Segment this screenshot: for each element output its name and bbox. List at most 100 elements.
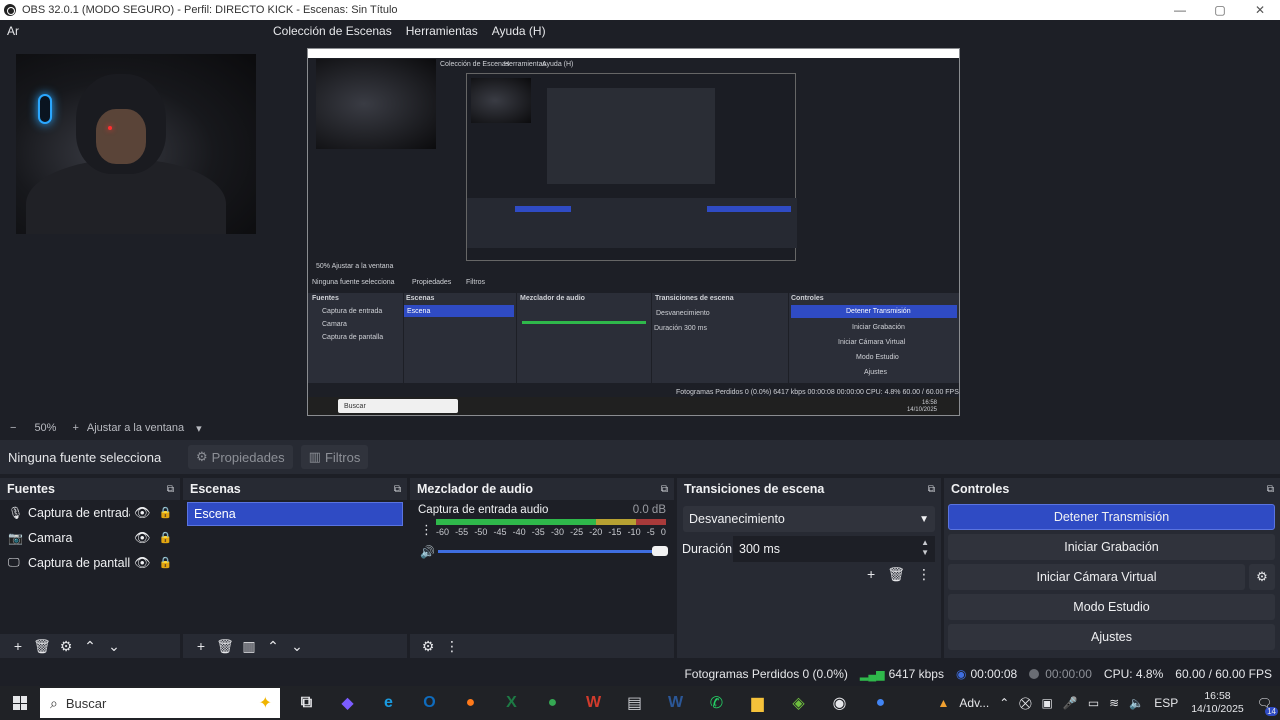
start-button[interactable] — [0, 686, 40, 720]
scene-item[interactable]: Escena — [187, 502, 403, 526]
language-indicator[interactable]: ESP — [1154, 696, 1178, 710]
move-up-button[interactable]: ⌃ — [261, 638, 285, 655]
source-item[interactable]: 🎙 Captura de entrada audio 👁 🔒 — [0, 500, 180, 525]
taskbar-app-whatsapp[interactable]: ✆ — [696, 686, 737, 720]
eye-icon[interactable]: 👁 — [134, 555, 151, 571]
lock-icon[interactable]: 🔒 — [159, 531, 173, 544]
taskbar-app-explorer[interactable]: ▆ — [737, 686, 778, 720]
warning-label[interactable]: Adv... — [959, 696, 989, 710]
source-item[interactable]: 🖵 Captura de pantalla 👁 🔒 — [0, 550, 180, 575]
taskbar-app-layers-app[interactable]: ◈ — [778, 686, 819, 720]
move-up-button[interactable]: ⌃ — [78, 638, 102, 655]
taskbar-search[interactable]: ⌕ Buscar ✦ — [40, 688, 280, 718]
chevron-down-icon[interactable]: ▾ — [196, 422, 202, 435]
taskbar-app-word[interactable]: W — [655, 686, 696, 720]
scene-filters-button[interactable]: ▥ — [237, 638, 261, 655]
taskbar-app-chrome-2[interactable]: ● — [860, 686, 901, 720]
start-virtual-cam-button[interactable]: Iniciar Cámara Virtual — [948, 564, 1245, 590]
transition-toolbar: + 🗑 ⋮ — [867, 566, 931, 583]
gear-icon[interactable]: ⚙ — [1249, 564, 1275, 590]
more-options-icon[interactable]: ⋮ — [420, 522, 433, 538]
transition-menu-icon[interactable]: ⋮ — [917, 566, 931, 583]
add-source-button[interactable]: + — [6, 638, 30, 654]
spinner-icon[interactable]: ▲ ▼ — [921, 538, 929, 558]
eye-icon[interactable]: 👁 — [134, 530, 151, 546]
taskbar-app-office[interactable]: W — [573, 686, 614, 720]
menu-help[interactable]: Ayuda (H) — [485, 24, 553, 38]
search-icon: ⌕ — [50, 694, 58, 711]
taskbar-app-task-view[interactable]: ⧉ — [286, 686, 327, 720]
nested-dock-controls: Controles — [791, 295, 824, 302]
start-recording-button[interactable]: Iniciar Grabación — [948, 534, 1275, 560]
lock-icon[interactable]: 🔒 — [159, 506, 173, 519]
maximize-button[interactable]: ▢ — [1200, 0, 1240, 20]
transitions-header: Transiciones de escena ⧉ — [677, 478, 941, 500]
taskbar-app-firefox[interactable]: ● — [450, 686, 491, 720]
minimize-button[interactable]: — — [1160, 0, 1200, 20]
filters-button[interactable]: ▥ Filtros — [300, 445, 369, 469]
network-icon[interactable]: ⛒ — [1019, 696, 1031, 711]
notifications-icon[interactable]: 🗨 14 — [1257, 696, 1278, 716]
menu-tools[interactable]: Herramientas — [399, 24, 485, 38]
source-settings-button[interactable]: ⚙ — [54, 638, 78, 655]
taskbar-app-edge[interactable]: e — [368, 686, 409, 720]
mixer-menu-icon[interactable]: ⋮ — [440, 638, 464, 655]
volume-slider[interactable] — [438, 546, 668, 556]
warning-icon[interactable]: ▲ — [938, 696, 950, 710]
menu-archivo[interactable]: Ar — [0, 24, 26, 38]
close-button[interactable]: ✕ — [1240, 0, 1280, 20]
nested-mini-preview — [547, 88, 715, 184]
undock-icon[interactable]: ⧉ — [394, 484, 401, 495]
volume-icon[interactable]: 🔈 — [1129, 696, 1144, 710]
remove-transition-button[interactable]: 🗑 — [887, 566, 905, 583]
taskbar-app-files[interactable]: ▤ — [614, 686, 655, 720]
battery-icon[interactable]: ▭ — [1088, 696, 1099, 710]
taskbar-app-outlook[interactable]: O — [409, 686, 450, 720]
undock-icon[interactable]: ⧉ — [1267, 484, 1274, 495]
microphone-icon: 🎙 — [8, 505, 24, 520]
settings-button[interactable]: Ajustes — [948, 624, 1275, 650]
source-item[interactable]: 📷 Camara 👁 🔒 — [0, 525, 180, 550]
move-down-button[interactable]: ⌄ — [102, 638, 126, 655]
nested-mini-webcam — [471, 78, 531, 123]
chevron-up-icon[interactable]: ⌃ — [999, 696, 1009, 710]
undock-icon[interactable]: ⧉ — [661, 484, 668, 495]
remove-scene-button[interactable]: 🗑 — [213, 638, 237, 655]
volume-slider-handle[interactable] — [652, 546, 668, 556]
advanced-audio-icon[interactable]: ⚙ — [416, 638, 440, 655]
taskbar-app-chrome[interactable]: ● — [532, 686, 573, 720]
meter-tick: -55 — [455, 527, 469, 537]
preview-canvas[interactable]: Colección de Escenas Herramientas Ayuda … — [0, 42, 1280, 418]
wifi-icon[interactable]: ≋ — [1109, 696, 1119, 710]
move-down-button[interactable]: ⌄ — [285, 638, 309, 655]
add-scene-button[interactable]: + — [189, 638, 213, 654]
transitions-body: Desvanecimiento ▼ Duración 300 ms ▲ ▼ + 🗑… — [677, 500, 941, 634]
zoom-fit-select[interactable]: Ajustar a la ventana — [87, 422, 184, 434]
lock-icon[interactable]: 🔒 — [159, 556, 173, 569]
eye-icon[interactable]: 👁 — [134, 505, 151, 521]
microphone-tray-icon[interactable]: 🎤 — [1063, 696, 1078, 710]
studio-mode-button[interactable]: Modo Estudio — [948, 594, 1275, 620]
remove-source-button[interactable]: 🗑 — [30, 638, 54, 655]
menu-scene-collection[interactable]: Colección de Escenas — [266, 24, 399, 38]
undock-icon[interactable]: ⧉ — [167, 484, 174, 495]
stop-stream-button[interactable]: Detener Transmisión — [948, 504, 1275, 530]
meter-tick: -40 — [512, 527, 526, 537]
properties-button[interactable]: ⚙ Propiedades — [188, 445, 293, 469]
camera-tray-icon[interactable]: ▣ — [1042, 696, 1053, 710]
transition-select[interactable]: Desvanecimiento ▼ — [683, 506, 935, 532]
clock[interactable]: 16:58 14/10/2025 — [1191, 690, 1244, 716]
undock-icon[interactable]: ⧉ — [928, 484, 935, 495]
mixer-header: Mezclador de audio ⧉ — [410, 478, 674, 500]
add-transition-button[interactable]: + — [867, 566, 875, 583]
zoom-bar: − 50% + Ajustar a la ventana ▾ — [0, 418, 1280, 438]
sources-toolbar: + 🗑 ⚙ ⌃ ⌄ — [0, 634, 180, 658]
taskbar-app-excel[interactable]: X — [491, 686, 532, 720]
taskbar-app-copilot[interactable]: ◆ — [327, 686, 368, 720]
zoom-out-button[interactable]: − — [10, 422, 16, 434]
taskbar-app-obs[interactable]: ◉ — [819, 686, 860, 720]
duration-field[interactable]: 300 ms ▲ ▼ — [733, 536, 935, 562]
zoom-in-button[interactable]: + — [72, 422, 78, 434]
scenes-dock: Escenas ⧉ Escena + 🗑 ▥ ⌃ ⌄ — [183, 478, 407, 658]
speaker-icon[interactable]: 🔊 — [420, 545, 435, 559]
